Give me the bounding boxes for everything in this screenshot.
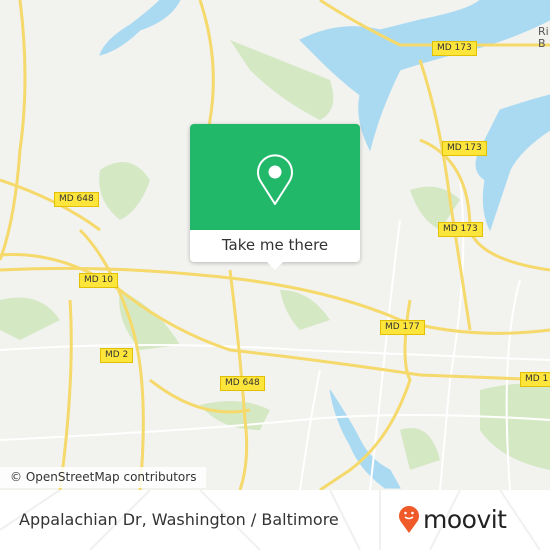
take-me-there-popup[interactable]: Take me there [190, 124, 360, 270]
popup-header [190, 124, 360, 230]
moovit-pin-icon [399, 506, 419, 533]
road-shield: MD 648 [220, 376, 265, 391]
road-shield: MD 1 [520, 372, 550, 387]
footer: Appalachian Dr, Washington / Baltimore m… [0, 490, 550, 550]
take-me-there-button[interactable]: Take me there [190, 230, 360, 262]
moovit-logo-text: moovit [423, 504, 507, 534]
road-shield: MD 173 [442, 141, 487, 156]
place-label: B [538, 37, 546, 50]
location-title: Appalachian Dr, Washington / Baltimore [19, 510, 339, 529]
popup-pointer [267, 262, 283, 270]
road-shield: MD 173 [438, 222, 483, 237]
moovit-logo[interactable]: moovit [398, 504, 507, 534]
road-shield: MD 648 [54, 192, 99, 207]
map-pin-icon [257, 154, 293, 205]
map[interactable]: MD 173 MD 173 MD 173 MD 648 MD 648 MD 10… [0, 0, 550, 490]
road-shield: MD 2 [100, 348, 134, 363]
road-shield: MD 177 [380, 320, 425, 335]
road-shield: MD 10 [79, 273, 119, 288]
road-shield: MD 173 [432, 41, 477, 56]
map-attribution[interactable]: © OpenStreetMap contributors [0, 467, 207, 488]
